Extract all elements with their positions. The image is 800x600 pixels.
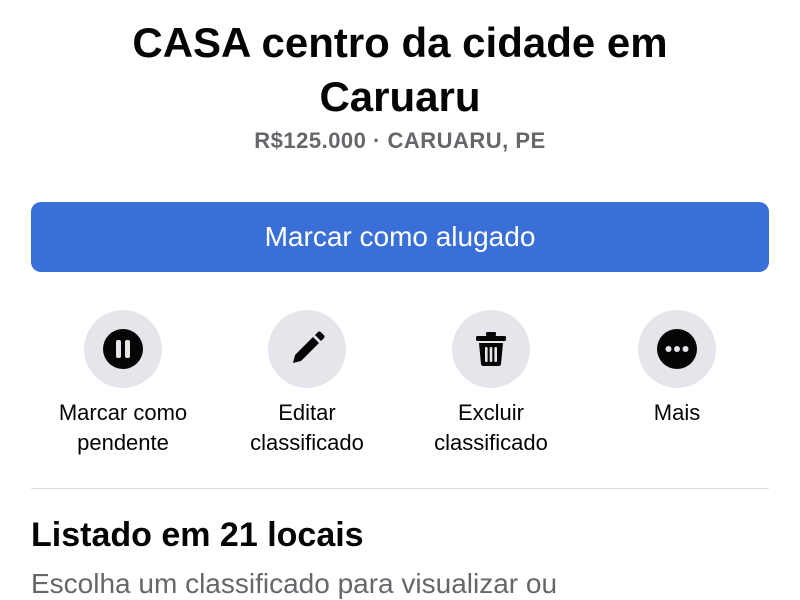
- edit-listing-label: Editar classificado: [250, 400, 364, 455]
- edit-listing-button[interactable]: [268, 310, 346, 388]
- more-button[interactable]: [638, 310, 716, 388]
- delete-listing-action[interactable]: Excluir classificado: [399, 310, 583, 458]
- pencil-icon: [293, 331, 325, 363]
- mark-pending-label: Marcar como pendente: [58, 400, 188, 455]
- more-action[interactable]: Mais: [585, 310, 769, 428]
- mark-as-rented-button[interactable]: Marcar como alugado: [31, 202, 769, 272]
- mark-pending-button[interactable]: [84, 310, 162, 388]
- edit-listing-action[interactable]: Editar classificado: [215, 310, 399, 458]
- delete-listing-button[interactable]: [452, 310, 530, 388]
- more-dots-icon: [657, 329, 697, 369]
- section-divider: [31, 488, 769, 489]
- pause-icon: [103, 329, 143, 369]
- listing-page: CASA centro da cidade em Caruaru R$125.0…: [0, 0, 800, 600]
- mark-pending-action[interactable]: Marcar como pendente: [31, 310, 215, 458]
- listing-actions: Marcar como pendente Editar classificado: [0, 310, 800, 460]
- listing-price-location: R$125.000 · CARUARU, PE: [254, 128, 546, 153]
- more-label: Mais: [653, 400, 701, 425]
- listing-title: CASA centro da cidade em Caruaru: [132, 19, 668, 120]
- locations-description: Escolha um classificado para visualizar …: [31, 568, 558, 599]
- locations-heading: Listado em 21 locais: [31, 516, 364, 554]
- delete-listing-label: Excluir classificado: [434, 400, 548, 455]
- trash-icon: [476, 332, 506, 366]
